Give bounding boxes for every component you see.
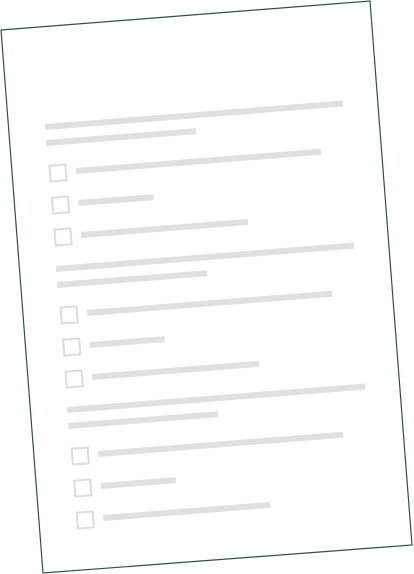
section-2-checkbox-2[interactable] (62, 337, 82, 357)
section-1-checkbox-3[interactable] (53, 227, 73, 247)
page-canvas (0, 0, 414, 574)
section-1-checkbox-2[interactable] (50, 195, 71, 215)
section-3-checkbox-1[interactable] (70, 446, 90, 466)
section-2-checkbox-3[interactable] (64, 369, 84, 389)
section-3-checkbox-2[interactable] (73, 478, 93, 498)
section-2-checkbox-1[interactable] (59, 305, 79, 325)
checklist-sheet (0, 0, 413, 574)
section-3-checkbox-3[interactable] (75, 510, 95, 530)
section-1-checkbox-1[interactable] (48, 163, 68, 183)
